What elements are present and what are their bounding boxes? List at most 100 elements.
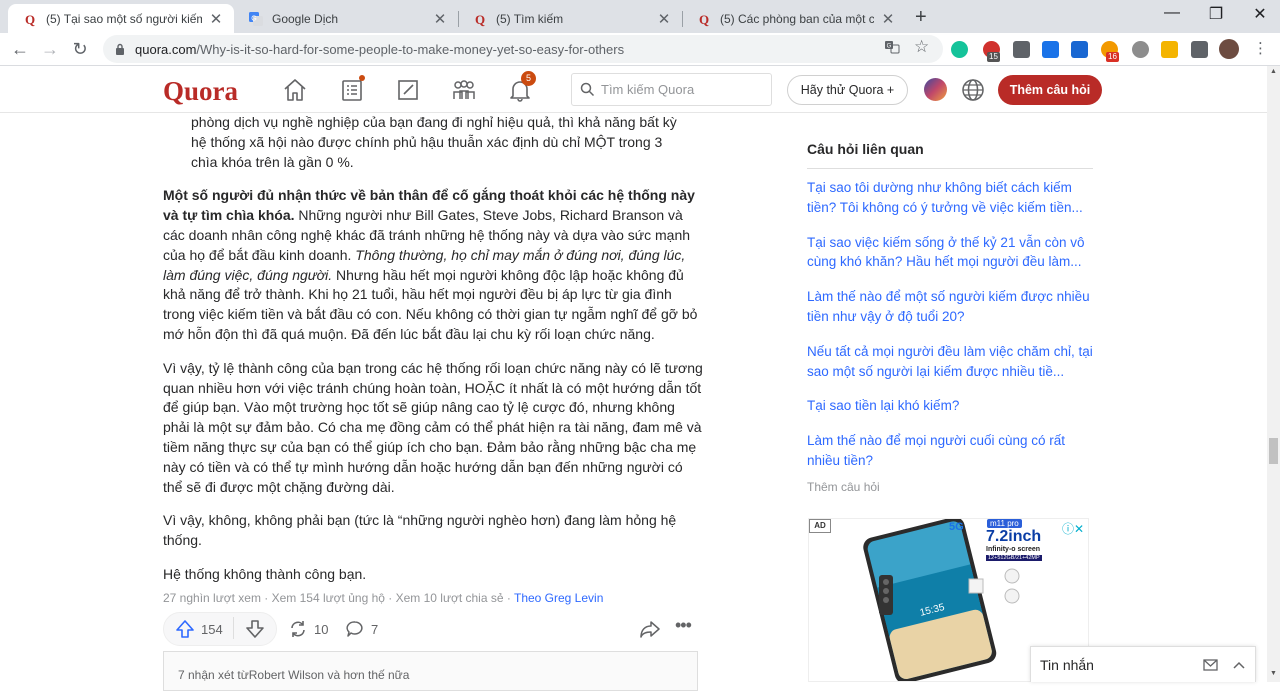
water-drop-extension-icon[interactable] — [1042, 41, 1059, 58]
svg-text:Q: Q — [699, 12, 709, 27]
tab-title: (5) Tại sao một số người kiếm tiề — [46, 11, 202, 26]
maximize-button[interactable]: ❐ — [1196, 4, 1236, 24]
share-button[interactable]: 10 — [288, 619, 328, 639]
comment-count: 7 — [371, 621, 379, 637]
ad-spec: 12+512GB/21+42MP — [986, 555, 1042, 561]
forward-button[interactable]: → — [40, 39, 60, 60]
bookmark-star-icon[interactable]: ☆ — [914, 37, 929, 57]
follow-author-link[interactable]: Theo Greg Levin — [514, 591, 603, 605]
pocket-extension-icon[interactable] — [1013, 41, 1030, 58]
add-question-button[interactable]: Thêm câu hỏi — [998, 75, 1102, 105]
scrollbar-thumb[interactable] — [1269, 438, 1278, 464]
tab-quora-question[interactable]: Q (5) Tại sao một số người kiếm tiề ✕ — [8, 4, 234, 33]
grammarly-extension-icon[interactable] — [951, 41, 968, 58]
share-count: 10 — [314, 621, 329, 637]
reload-button[interactable]: ↻ — [70, 39, 90, 60]
try-quora-plus-button[interactable]: Hãy thử Quora + — [787, 75, 908, 105]
page-scrollbar[interactable]: ▲ ▼ — [1267, 66, 1280, 682]
answer-content: phòng dịch vụ nghề nghiệp của bạn đang đ… — [163, 113, 703, 599]
upvote-count: 154 — [201, 621, 223, 637]
chevron-up-icon[interactable] — [1231, 657, 1247, 673]
comments-preview-text: 7 nhận xét từRobert Wilson và hơn thế nữ… — [178, 668, 410, 682]
puzzle-extension-icon[interactable] — [1071, 41, 1088, 58]
add-question-link[interactable]: Thêm câu hỏi — [807, 480, 1093, 494]
reshare-icon — [291, 621, 305, 637]
comment-bubble-icon — [346, 621, 363, 637]
search-placeholder: Tìm kiếm Quora — [601, 82, 695, 97]
ad-model-name: m11 pro — [987, 519, 1022, 528]
answer-actions: 154 10 7 ••• — [163, 611, 703, 647]
quora-logo[interactable]: Quora — [163, 76, 238, 107]
view-stats-text[interactable]: 27 nghìn lượt xem · Xem 154 lượt ủng hộ … — [163, 591, 514, 605]
url-path: /Why-is-it-so-hard-for-some-people-to-ma… — [196, 41, 625, 57]
comment-button[interactable]: 7 — [345, 619, 378, 639]
answer-paragraph: Hệ thống không thành công bạn. — [163, 565, 367, 582]
related-question-link[interactable]: Nếu tất cả mọi người đều làm việc chăm c… — [807, 342, 1093, 382]
close-tab-icon[interactable]: ✕ — [432, 10, 448, 28]
close-window-button[interactable]: ✕ — [1240, 4, 1280, 24]
pen-extension-icon[interactable] — [1161, 41, 1178, 58]
upvote-button[interactable]: 154 — [175, 619, 223, 639]
quora-favicon-icon: Q — [22, 10, 38, 27]
tab-google-translate[interactable]: G Google Dịch ✕ — [234, 4, 458, 33]
extensions-menu-icon[interactable] — [1191, 41, 1208, 58]
extension-badge: 15 — [987, 52, 1000, 62]
url-domain: quora.com — [135, 41, 197, 57]
close-tab-icon[interactable]: ✕ — [656, 10, 672, 28]
related-question-link[interactable]: Tại sao việc kiếm sống ở thế kỷ 21 vẫn c… — [807, 233, 1093, 273]
svg-text:Q: Q — [25, 12, 35, 27]
user-avatar[interactable] — [924, 78, 947, 101]
minimize-button[interactable]: — — [1152, 4, 1192, 22]
more-options-icon[interactable]: ••• — [675, 615, 692, 636]
language-globe-icon[interactable] — [961, 78, 985, 102]
messages-panel[interactable]: Tin nhắn — [1030, 646, 1256, 682]
google-translate-icon: G — [249, 11, 263, 26]
compose-message-icon[interactable] — [1203, 657, 1219, 673]
quora-favicon-icon: Q — [699, 12, 709, 27]
quora-favicon-icon: Q — [475, 12, 485, 27]
browser-tab-strip: Q (5) Tại sao một số người kiếm tiề ✕ G … — [0, 0, 1280, 33]
chrome-menu-icon[interactable]: ⋮ — [1253, 39, 1268, 57]
tab-search[interactable]: Q (5) Tìm kiếm ✕ — [458, 4, 682, 33]
svg-text:G: G — [887, 44, 892, 50]
extension-badge: 16 — [1106, 52, 1119, 62]
tab-title: (5) Tìm kiếm — [496, 11, 564, 26]
address-bar[interactable]: quora.com/Why-is-it-so-hard-for-some-peo… — [103, 35, 943, 63]
related-question-link[interactable]: Tại sao tiền lại khó kiếm? — [807, 396, 1093, 416]
spaces-people-icon[interactable] — [451, 77, 477, 103]
scroll-down-arrow-icon[interactable]: ▼ — [1270, 670, 1277, 677]
forward-share-button[interactable] — [639, 619, 667, 639]
answer-paragraph: phòng dịch vụ nghề nghiệp của bạn đang đ… — [191, 114, 677, 170]
notification-count-badge: 5 — [521, 71, 536, 86]
close-tab-icon[interactable]: ✕ — [208, 10, 224, 28]
svg-text:Q: Q — [475, 12, 485, 27]
tab-title: Google Dịch — [272, 11, 339, 26]
scroll-up-arrow-icon[interactable]: ▲ — [1270, 68, 1277, 75]
quora-search-input[interactable]: Tìm kiếm Quora — [571, 73, 772, 106]
downvote-button[interactable] — [245, 619, 271, 639]
related-question-link[interactable]: Làm thế nào để một số người kiếm được nh… — [807, 287, 1093, 327]
messages-label: Tin nhắn — [1040, 657, 1094, 673]
new-tab-button[interactable]: + — [915, 6, 927, 29]
tab-departments[interactable]: Q (5) Các phòng ban của một công ✕ — [682, 4, 906, 33]
comments-preview[interactable]: 7 nhận xét từRobert Wilson và hơn thế nữ… — [163, 651, 698, 691]
ad-screen-type: Infinity-o screen — [986, 546, 1041, 553]
related-question-link[interactable]: Làm thế nào để mọi người cuối cùng có rấ… — [807, 431, 1093, 471]
upvote-arrow-icon — [176, 620, 194, 638]
profile-avatar[interactable] — [1219, 39, 1239, 59]
back-button[interactable]: ← — [10, 39, 30, 60]
answer-paragraph: Vì vậy, không, không phải bạn (tức là “n… — [163, 512, 677, 549]
search-icon — [580, 82, 595, 97]
answer-stats: 27 nghìn lượt xem · Xem 154 lượt ủng hộ … — [163, 591, 603, 605]
related-question-link[interactable]: Tại sao tôi dường như không biết cách ki… — [807, 178, 1093, 218]
lock-icon — [116, 43, 124, 55]
url-text: quora.com/Why-is-it-so-hard-for-some-peo… — [135, 42, 624, 57]
vote-divider — [233, 617, 234, 639]
close-tab-icon[interactable]: ✕ — [880, 10, 896, 28]
browser-toolbar: ← → ↻ quora.com/Why-is-it-so-hard-for-so… — [0, 33, 1280, 66]
translate-page-icon[interactable]: G — [884, 39, 900, 58]
answer-pencil-icon[interactable] — [395, 77, 421, 103]
leaf-extension-icon[interactable] — [1132, 41, 1149, 58]
ad-5g-badge: 5G — [949, 521, 964, 533]
home-icon[interactable] — [282, 77, 308, 103]
